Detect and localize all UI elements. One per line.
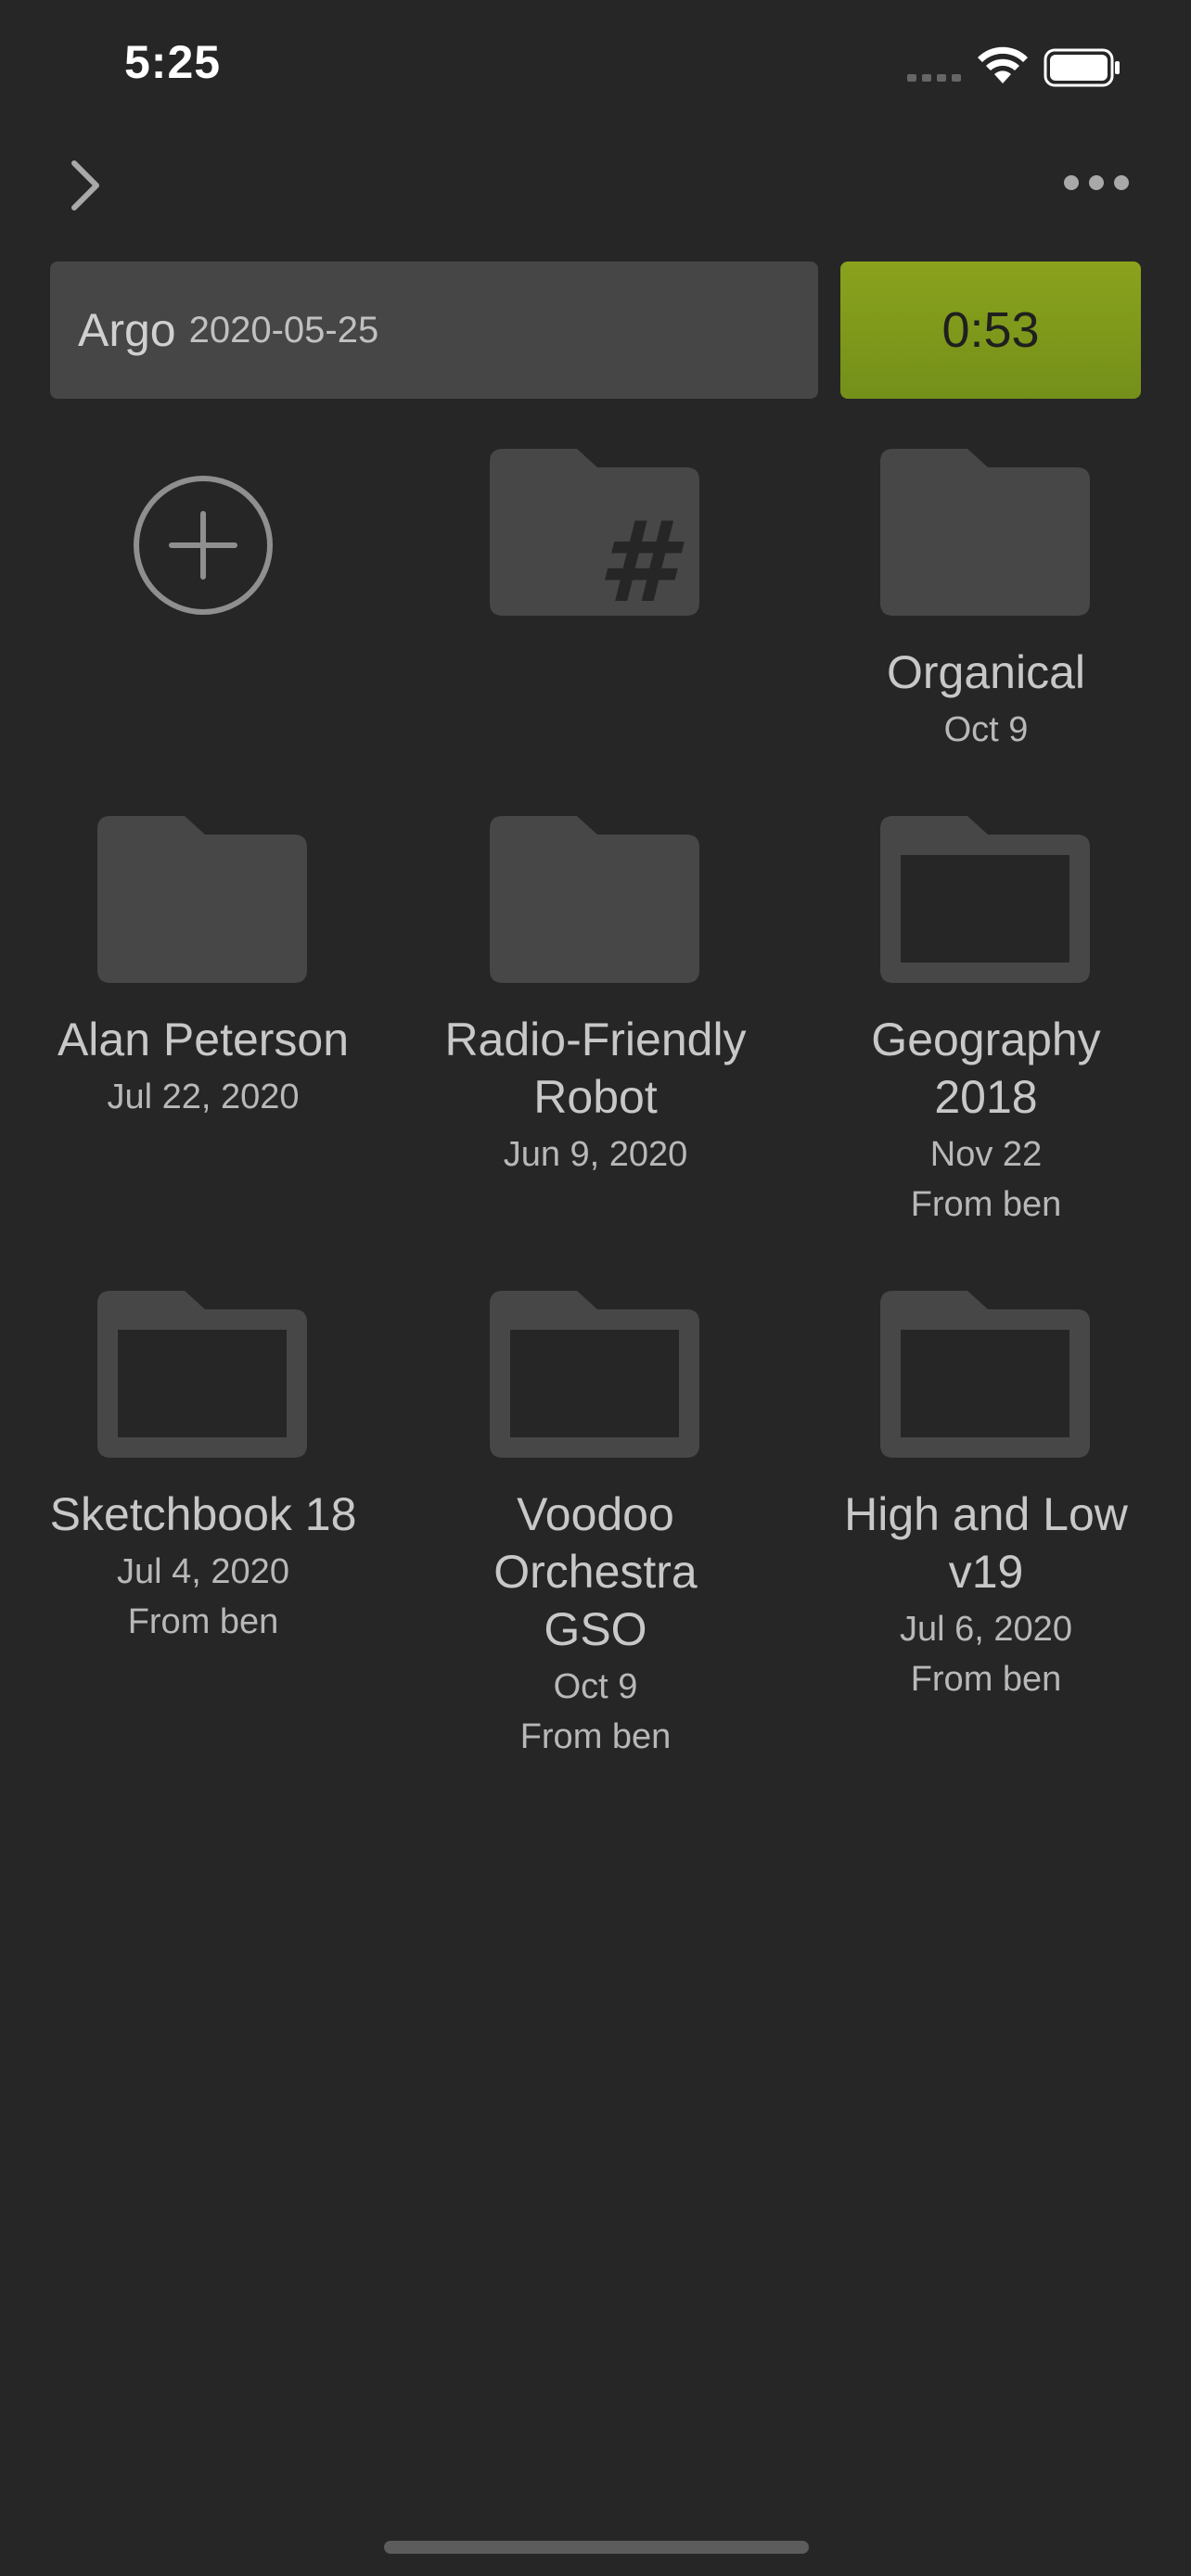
folder-shared-by: From ben xyxy=(910,1660,1062,1699)
folder-shared-by: From ben xyxy=(127,1602,279,1641)
folder-item[interactable]: Alan Peterson Jul 22, 2020 xyxy=(8,812,398,1122)
folder-date: Jul 4, 2020 xyxy=(117,1552,289,1591)
folder-name: Organical xyxy=(887,646,1085,698)
hashtag-folder[interactable]: # xyxy=(401,445,790,616)
plus-circle-icon xyxy=(134,476,273,615)
status-bar: 5:25 xyxy=(0,0,1191,139)
folder-date: Jul 6, 2020 xyxy=(900,1610,1072,1649)
project-name: Argo xyxy=(78,304,176,356)
timer-button[interactable]: 0:53 xyxy=(840,261,1141,399)
folder-shared-by: From ben xyxy=(519,1717,672,1756)
wifi-icon xyxy=(978,46,1028,83)
folder-item[interactable]: Organical Oct 9 xyxy=(791,445,1181,755)
shared-folder-icon xyxy=(880,816,1090,983)
shared-folder-icon xyxy=(880,1291,1090,1458)
folder-name: Sketchbook 18 xyxy=(49,1488,357,1540)
folder-shared-by: From ben xyxy=(910,1185,1062,1224)
more-dots-icon[interactable] xyxy=(1062,169,1131,197)
shared-folder-item[interactable]: High and Low v19 Jul 6, 2020 From ben xyxy=(791,1287,1181,1704)
chevron-right-icon[interactable] xyxy=(63,158,109,213)
folder-name: Alan Peterson xyxy=(57,1014,350,1065)
folder-date: Jul 22, 2020 xyxy=(107,1078,300,1116)
shared-folder-item[interactable]: Voodoo Orchestra GSO Oct 9 From ben xyxy=(401,1287,790,1762)
status-time: 5:25 xyxy=(124,36,222,88)
folder-date: Oct 9 xyxy=(943,710,1029,749)
folder-icon xyxy=(97,816,307,983)
shared-folder-item[interactable]: Geography 2018 Nov 22 From ben xyxy=(791,812,1181,1230)
folder-name: Geography 2018 xyxy=(871,1014,1101,1123)
battery-icon xyxy=(1044,48,1120,87)
folder-icon xyxy=(880,449,1090,616)
folder-item[interactable]: Radio-Friendly Robot Jun 9, 2020 xyxy=(401,812,790,1180)
shared-folder-icon xyxy=(97,1291,307,1458)
add-folder-button[interactable] xyxy=(8,445,398,616)
shared-folder-item[interactable]: Sketchbook 18 Jul 4, 2020 From ben xyxy=(8,1287,398,1647)
folder-date: Nov 22 xyxy=(929,1135,1043,1174)
folder-date: Jun 9, 2020 xyxy=(503,1135,688,1174)
project-date: 2020-05-25 xyxy=(188,309,379,351)
hashtag-folder-icon: # xyxy=(490,449,699,616)
shared-folder-icon xyxy=(490,1291,699,1458)
cellular-signal-icon xyxy=(907,74,961,82)
folder-icon xyxy=(490,816,699,983)
folder-name: Voodoo Orchestra GSO xyxy=(493,1488,698,1655)
home-indicator[interactable] xyxy=(384,2541,809,2554)
folder-date: Oct 9 xyxy=(553,1667,638,1706)
svg-text:#: # xyxy=(597,499,685,616)
folder-name: Radio-Friendly Robot xyxy=(444,1014,747,1123)
project-title-field[interactable]: Argo 2020-05-25 xyxy=(50,261,818,399)
folder-name: High and Low v19 xyxy=(844,1488,1128,1598)
